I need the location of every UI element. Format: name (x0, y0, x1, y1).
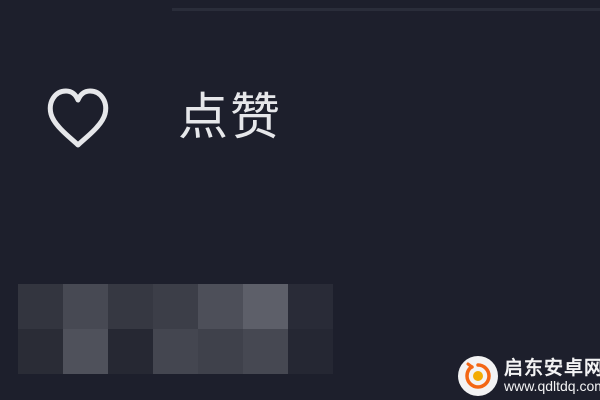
watermark-title: 启东安卓网 (504, 356, 600, 379)
watermark-logo-icon (458, 356, 498, 396)
watermark-url: www.qdltdq.com (504, 377, 600, 394)
screen: 点赞 启东安卓网 www.qdltdq.com (0, 0, 600, 400)
blurred-content (18, 284, 348, 374)
top-divider (172, 8, 600, 11)
heart-icon (40, 79, 116, 155)
like-label: 点赞 (178, 88, 282, 146)
watermark: 启东安卓网 www.qdltdq.com (458, 352, 600, 400)
like-menu-item[interactable]: 点赞 (40, 72, 340, 162)
